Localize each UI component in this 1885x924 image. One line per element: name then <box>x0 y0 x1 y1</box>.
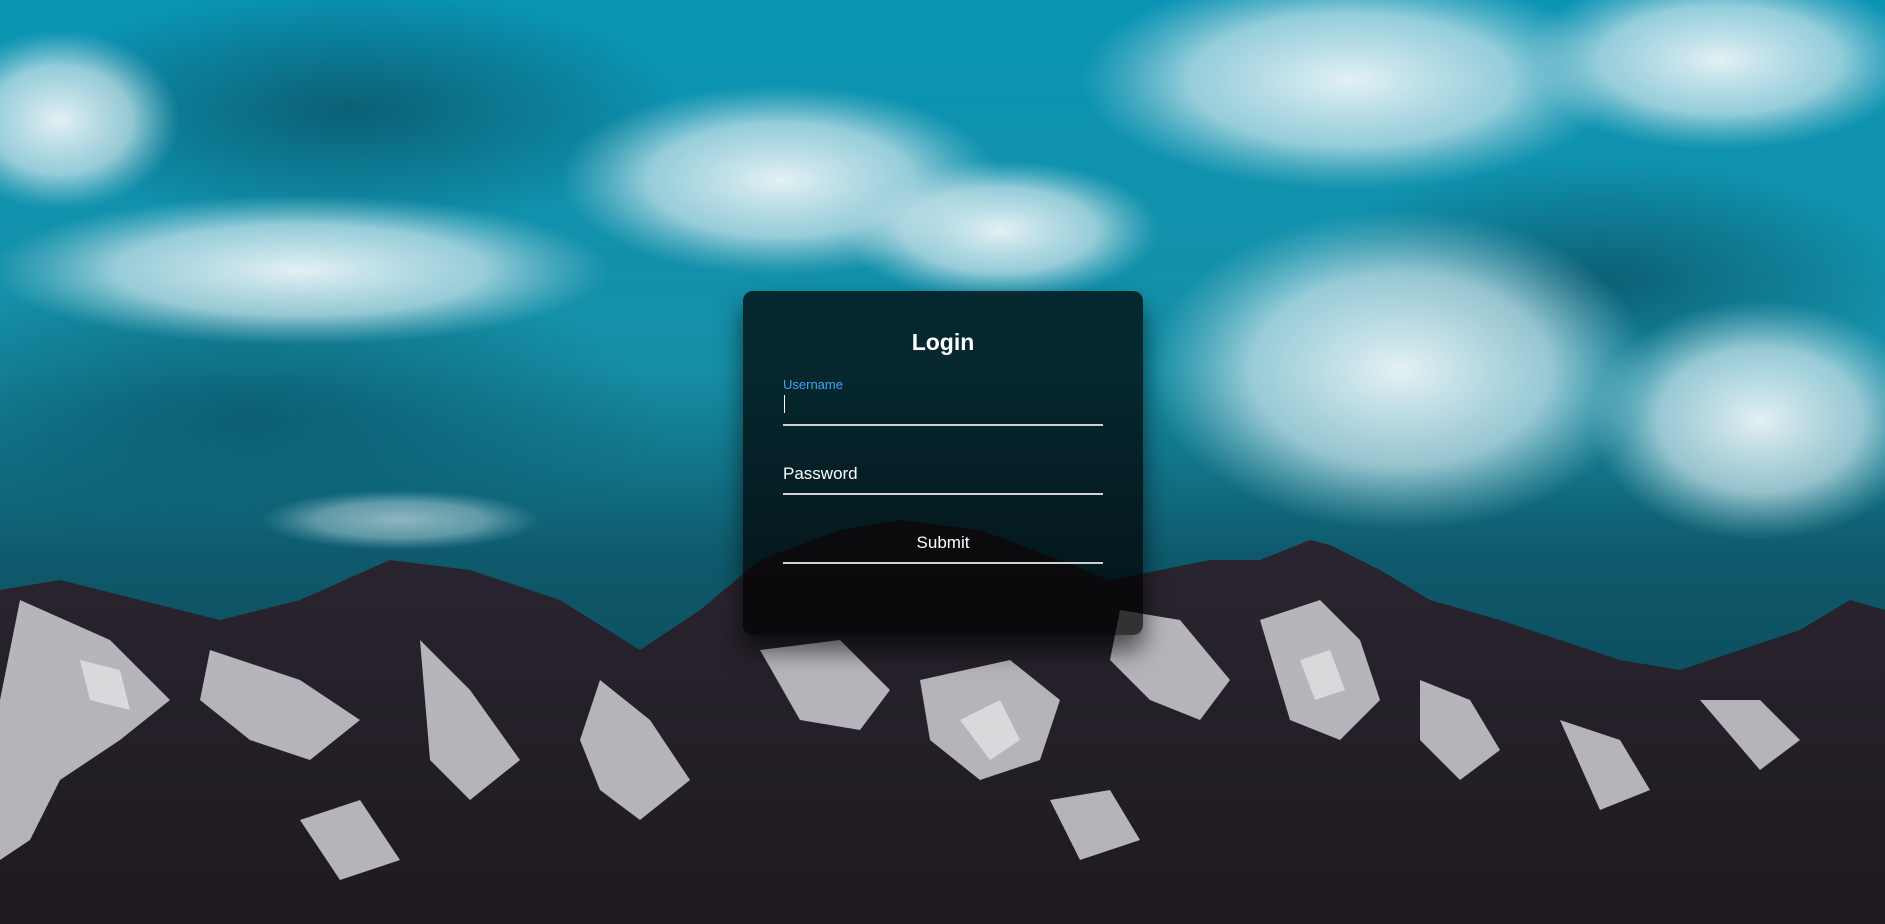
submit-button-label: Submit <box>916 532 970 552</box>
username-label: Username <box>783 377 843 392</box>
submit-underline <box>783 562 1103 564</box>
login-page: Login Username Password Submit <box>0 0 1885 924</box>
password-field[interactable]: Password <box>783 452 1103 495</box>
login-card: Login Username Password Submit <box>743 291 1143 635</box>
login-title: Login <box>911 329 975 355</box>
text-cursor <box>784 395 785 413</box>
submit-button[interactable]: Submit <box>783 521 1103 564</box>
password-underline <box>783 493 1103 495</box>
password-label: Password <box>783 464 858 483</box>
username-underline <box>783 424 1103 426</box>
username-field[interactable]: Username <box>783 377 1103 426</box>
